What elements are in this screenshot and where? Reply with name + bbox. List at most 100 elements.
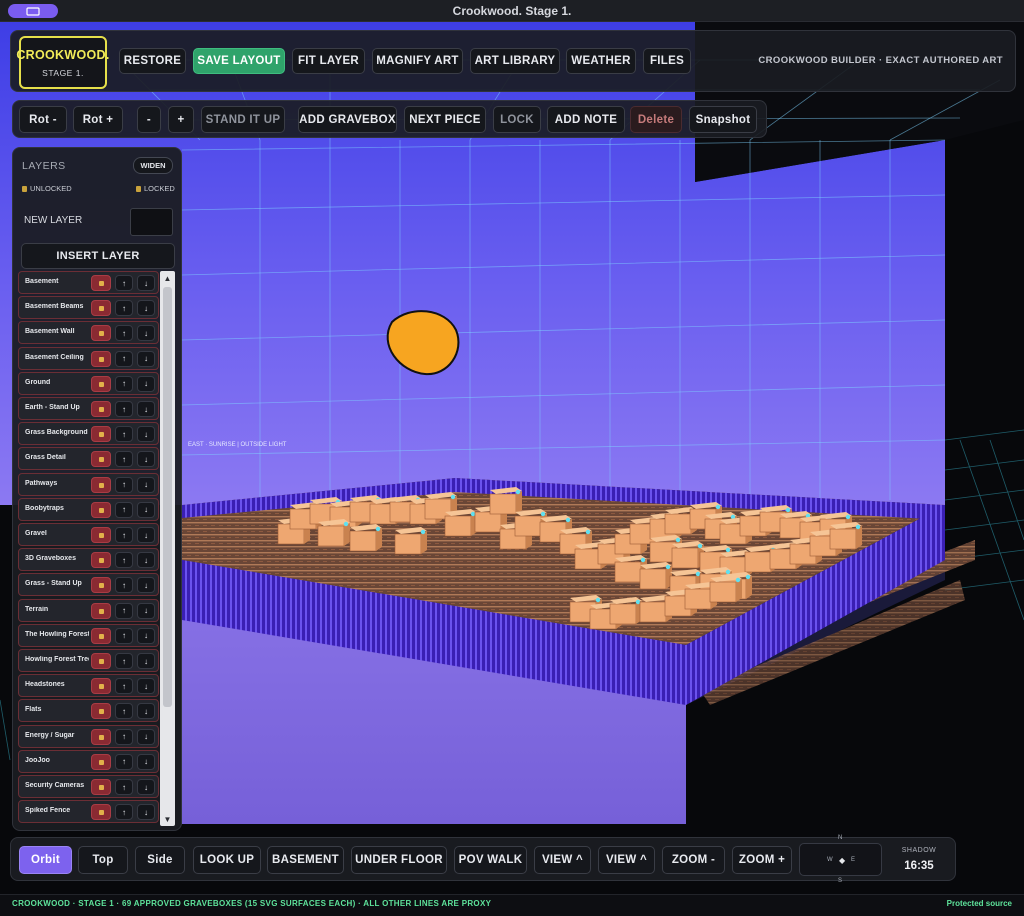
move-down-icon[interactable]: ↓: [137, 325, 155, 342]
gravebox[interactable]: [444, 509, 477, 537]
layer-lock-icon[interactable]: [91, 703, 111, 720]
layer-lock-icon[interactable]: [91, 653, 111, 669]
gravebox[interactable]: [317, 519, 350, 547]
zoom-in-button[interactable]: ZOOM +: [732, 846, 792, 874]
move-down-icon[interactable]: ↓: [137, 501, 155, 518]
rotate-plus-button[interactable]: Rot +: [73, 106, 123, 133]
move-down-icon[interactable]: ↓: [137, 678, 155, 695]
next-piece-button[interactable]: NEXT PIECE: [404, 106, 486, 133]
scroll-thumb[interactable]: [163, 287, 172, 707]
zoom-out-button[interactable]: ZOOM -: [662, 846, 725, 874]
layer-row[interactable]: Spiked Fence ↑ ↓: [18, 800, 159, 824]
layer-row[interactable]: Security Cameras ↑ ↓: [18, 775, 159, 798]
look-up-button[interactable]: LOOK UP: [193, 846, 261, 874]
layer-row[interactable]: JooJoo ↑ ↓: [18, 749, 159, 773]
pov-walk-button[interactable]: POV WALK: [454, 846, 527, 874]
layer-row[interactable]: Grass Detail ↑ ↓: [18, 447, 159, 471]
layer-lock-icon[interactable]: [91, 577, 111, 594]
art-library-button[interactable]: ART LIBRARY: [470, 48, 560, 74]
move-up-icon[interactable]: ↑: [115, 728, 133, 745]
new-layer-input[interactable]: [130, 208, 173, 236]
move-down-icon[interactable]: ↓: [137, 451, 155, 468]
gravebox[interactable]: [609, 597, 642, 625]
rotate-minus-button[interactable]: Rot -: [19, 106, 67, 133]
move-down-icon[interactable]: ↓: [137, 627, 155, 644]
layer-row[interactable]: Energy / Sugar ↑ ↓: [18, 724, 159, 748]
layer-lock-icon[interactable]: [91, 627, 111, 644]
move-up-icon[interactable]: ↑: [115, 300, 133, 317]
move-up-icon[interactable]: ↑: [115, 779, 133, 795]
move-down-icon[interactable]: ↓: [137, 653, 155, 669]
move-down-icon[interactable]: ↓: [137, 401, 155, 417]
gravebox[interactable]: [709, 575, 742, 603]
restore-button[interactable]: RESTORE: [119, 48, 186, 74]
layer-row[interactable]: Basement Beams ↑ ↓: [18, 296, 159, 320]
unlocked-filter[interactable]: UNLOCKED: [22, 184, 72, 193]
shadow-time-control[interactable]: SHADOW 16:35: [889, 842, 949, 878]
layer-lock-icon[interactable]: [91, 476, 111, 493]
move-up-icon[interactable]: ↑: [115, 804, 133, 821]
gravebox[interactable]: [639, 562, 672, 590]
layer-lock-icon[interactable]: [91, 350, 111, 367]
move-down-icon[interactable]: ↓: [137, 577, 155, 594]
layer-row[interactable]: Basement Ceiling ↑ ↓: [18, 346, 159, 370]
layer-row[interactable]: Flats ↑ ↓: [18, 699, 159, 723]
layer-lock-icon[interactable]: [91, 804, 111, 821]
layer-lock-icon[interactable]: [91, 501, 111, 518]
move-up-icon[interactable]: ↑: [115, 577, 133, 594]
layer-lock-icon[interactable]: [91, 552, 111, 569]
move-down-icon[interactable]: ↓: [137, 552, 155, 569]
stand-it-up-button[interactable]: STAND IT UP: [201, 106, 285, 133]
move-up-icon[interactable]: ↑: [115, 501, 133, 518]
orbit-button[interactable]: Orbit: [19, 846, 72, 874]
layer-lock-icon[interactable]: [91, 527, 111, 543]
layer-row[interactable]: Howling Forest Trees ↑ ↓: [18, 649, 159, 672]
widen-button[interactable]: WIDEN: [133, 157, 173, 174]
layer-lock-icon[interactable]: [91, 325, 111, 342]
layer-lock-icon[interactable]: [91, 602, 111, 619]
layer-row[interactable]: Headstones ↑ ↓: [18, 674, 159, 698]
gravebox[interactable]: [489, 487, 522, 515]
move-up-icon[interactable]: ↑: [115, 350, 133, 367]
move-down-icon[interactable]: ↓: [137, 476, 155, 493]
move-up-icon[interactable]: ↑: [115, 325, 133, 342]
weather-button[interactable]: WEATHER: [566, 48, 636, 74]
gravebox[interactable]: [829, 522, 862, 550]
move-up-icon[interactable]: ↑: [115, 275, 133, 291]
move-down-icon[interactable]: ↓: [137, 375, 155, 392]
layer-row[interactable]: Gravel ↑ ↓: [18, 523, 159, 546]
move-up-icon[interactable]: ↑: [115, 653, 133, 669]
compass-widget[interactable]: N S W E ◆: [799, 835, 882, 884]
view-up-button[interactable]: VIEW ^: [534, 846, 591, 874]
layer-lock-icon[interactable]: [91, 678, 111, 695]
save-layout-button[interactable]: SAVE LAYOUT: [193, 48, 285, 74]
move-down-icon[interactable]: ↓: [137, 300, 155, 317]
move-down-icon[interactable]: ↓: [137, 602, 155, 619]
move-down-icon[interactable]: ↓: [137, 350, 155, 367]
scale-plus-button[interactable]: +: [168, 106, 194, 133]
layer-lock-icon[interactable]: [91, 275, 111, 291]
window-menu-button[interactable]: [8, 4, 58, 18]
move-up-icon[interactable]: ↑: [115, 527, 133, 543]
gravebox[interactable]: [394, 527, 427, 555]
layer-row[interactable]: Ground ↑ ↓: [18, 371, 159, 395]
app-logo[interactable]: CROOKWOOD. STAGE 1.: [16, 36, 109, 89]
move-down-icon[interactable]: ↓: [137, 703, 155, 720]
layer-lock-icon[interactable]: [91, 451, 111, 468]
view-down-button[interactable]: VIEW ^: [598, 846, 655, 874]
move-down-icon[interactable]: ↓: [137, 779, 155, 795]
move-down-icon[interactable]: ↓: [137, 804, 155, 821]
layer-row[interactable]: Boobytraps ↑ ↓: [18, 497, 159, 521]
locked-filter[interactable]: LOCKED: [136, 184, 175, 193]
add-note-button[interactable]: ADD NOTE: [547, 106, 625, 133]
layer-lock-icon[interactable]: [91, 401, 111, 417]
move-up-icon[interactable]: ↑: [115, 627, 133, 644]
layer-lock-icon[interactable]: [91, 300, 111, 317]
move-up-icon[interactable]: ↑: [115, 451, 133, 468]
move-up-icon[interactable]: ↑: [115, 426, 133, 443]
layer-lock-icon[interactable]: [91, 779, 111, 795]
layer-row[interactable]: Grass - Stand Up ↑ ↓: [18, 573, 159, 597]
add-gravebox-button[interactable]: ADD GRAVEBOX: [298, 106, 397, 133]
top-view-button[interactable]: Top: [78, 846, 128, 874]
move-down-icon[interactable]: ↓: [137, 275, 155, 291]
